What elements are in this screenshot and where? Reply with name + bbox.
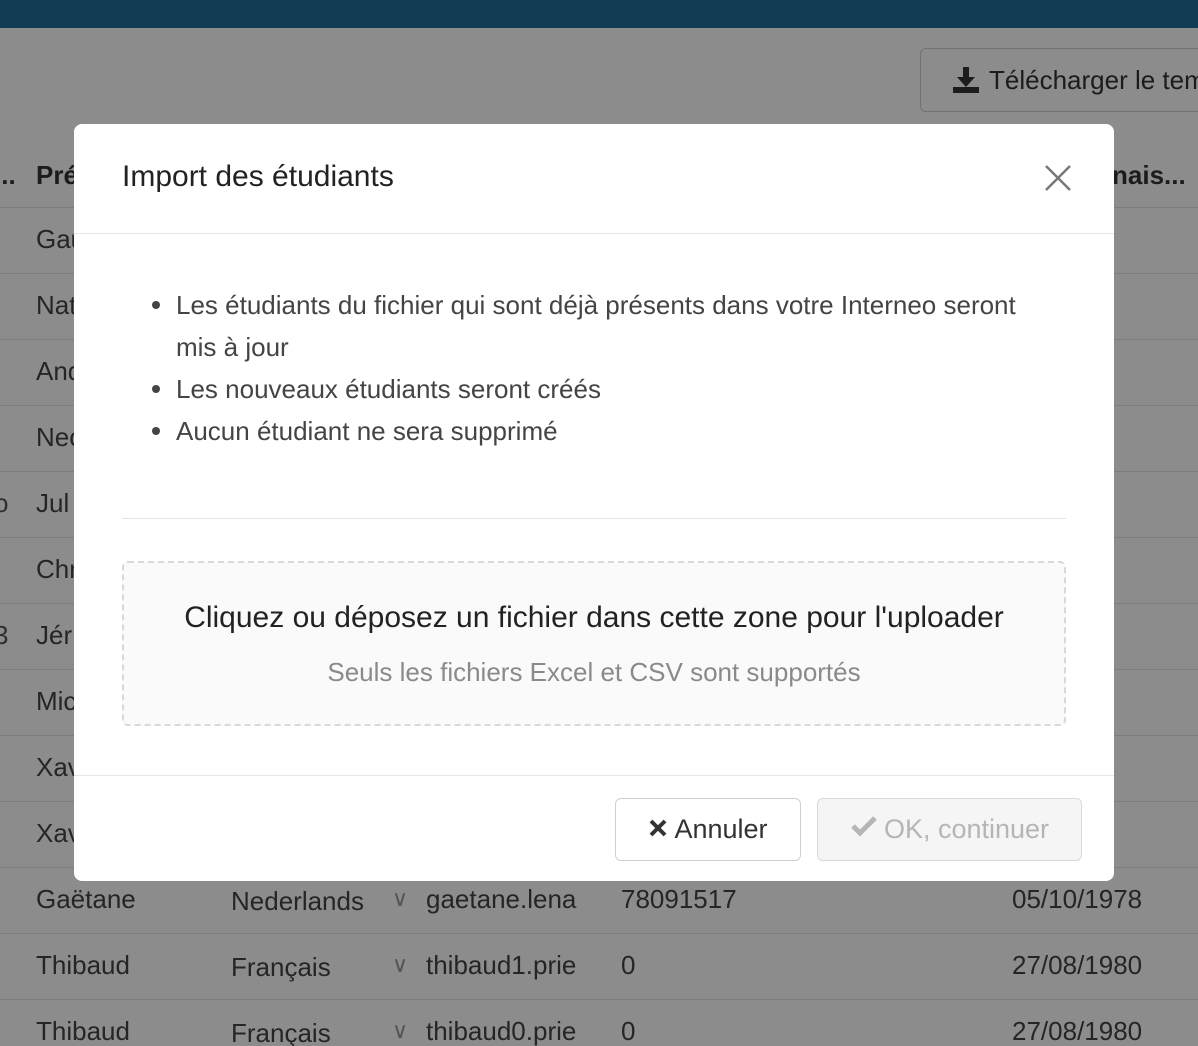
- import-students-modal: Import des étudiants Les étudiants du fi…: [74, 124, 1114, 881]
- times-icon: [648, 814, 668, 845]
- divider: [122, 518, 1066, 519]
- info-item-no-delete: Aucun étudiant ne sera supprimé: [150, 410, 1056, 452]
- file-dropzone[interactable]: Cliquez ou déposez un fichier dans cette…: [122, 561, 1066, 726]
- cancel-button[interactable]: Annuler: [615, 798, 801, 861]
- dropzone-hint: Seuls les fichiers Excel et CSV sont sup…: [327, 657, 861, 687]
- import-info-list: Les étudiants du fichier qui sont déjà p…: [152, 284, 1056, 452]
- close-icon: [1045, 165, 1071, 191]
- modal-footer: Annuler OK, continuer: [74, 775, 1114, 881]
- dropzone-text: Cliquez ou déposez un fichier dans cette…: [184, 601, 1004, 634]
- info-item-update: Les étudiants du fichier qui sont déjà p…: [150, 284, 1056, 368]
- close-button[interactable]: [1040, 160, 1076, 196]
- cancel-label: Annuler: [674, 814, 768, 844]
- modal-title: Import des étudiants: [122, 160, 394, 193]
- ok-label: OK, continuer: [883, 814, 1050, 844]
- modal-header: Import des étudiants: [74, 124, 1114, 234]
- check-icon: [850, 814, 878, 845]
- ok-continue-button[interactable]: OK, continuer: [817, 798, 1082, 861]
- info-item-create: Les nouveaux étudiants seront créés: [150, 368, 1056, 410]
